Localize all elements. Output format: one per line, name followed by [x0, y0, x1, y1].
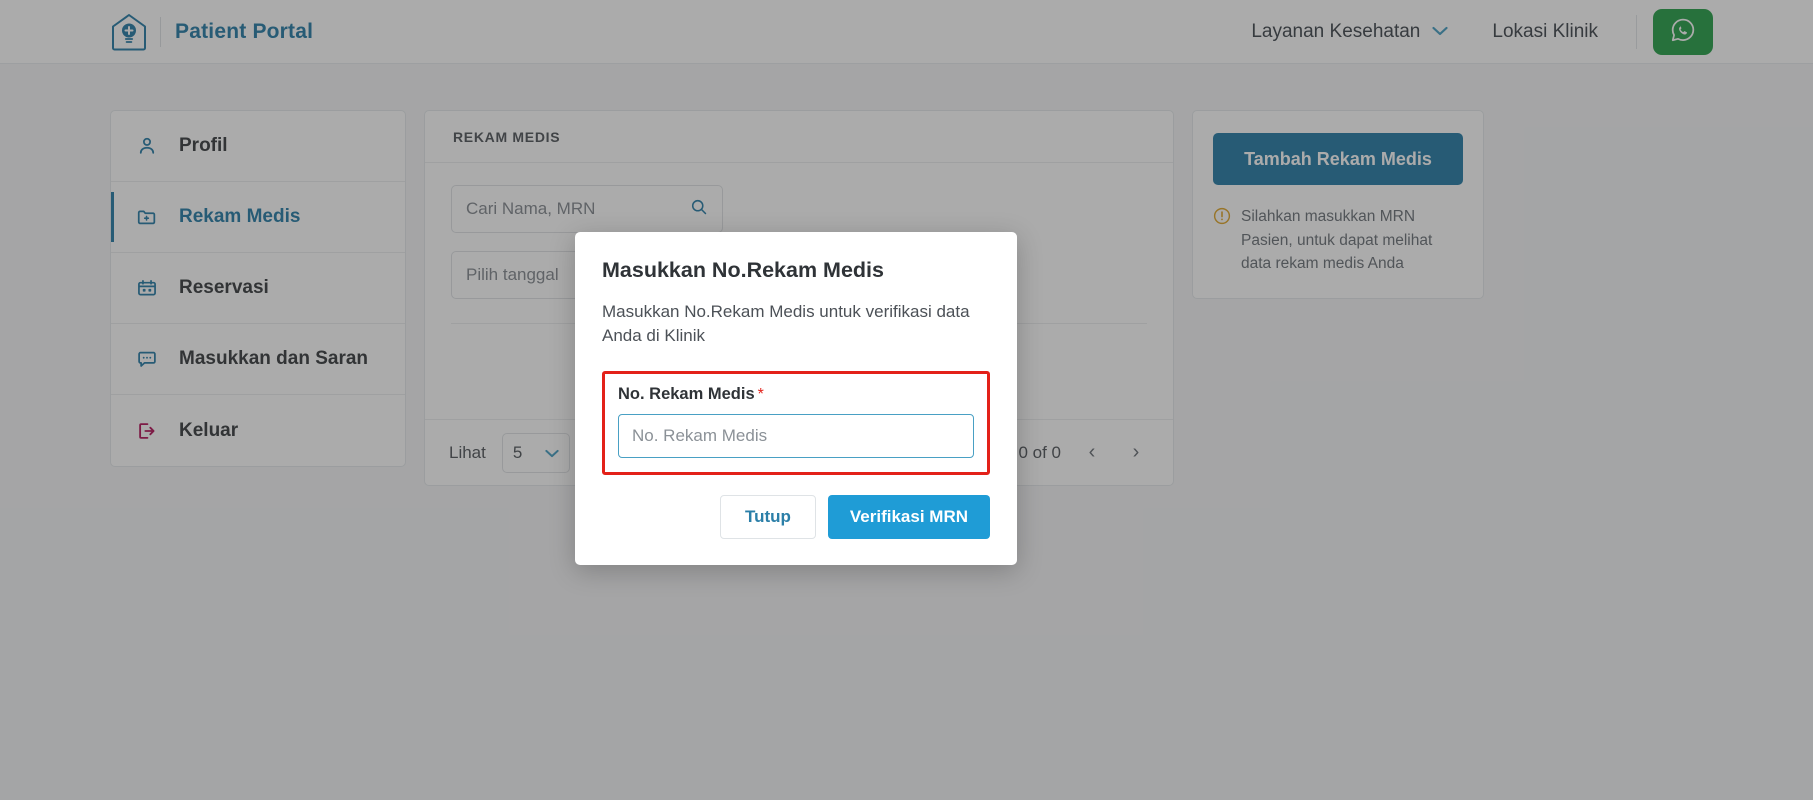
- modal-title: Masukkan No.Rekam Medis: [602, 258, 884, 282]
- required-asterisk: *: [757, 385, 764, 403]
- mrn-input[interactable]: [618, 413, 974, 458]
- mrn-field-group: No. Rekam Medis *: [602, 370, 990, 475]
- modal-description: Masukkan No.Rekam Medis untuk verifikasi…: [602, 302, 970, 346]
- verify-mrn-button[interactable]: Verifikasi MRN: [827, 494, 990, 539]
- mrn-field-label-row: No. Rekam Medis *: [618, 385, 974, 404]
- close-button[interactable]: Tutup: [719, 494, 816, 539]
- mrn-modal: Masukkan No.Rekam Medis Masukkan No.Reka…: [575, 232, 1017, 565]
- app-root: Patient Portal Layanan Kesehatan Lokasi …: [0, 0, 1813, 800]
- modal-actions: Tutup Verifikasi MRN: [602, 494, 990, 539]
- mrn-field-label: No. Rekam Medis: [618, 384, 755, 403]
